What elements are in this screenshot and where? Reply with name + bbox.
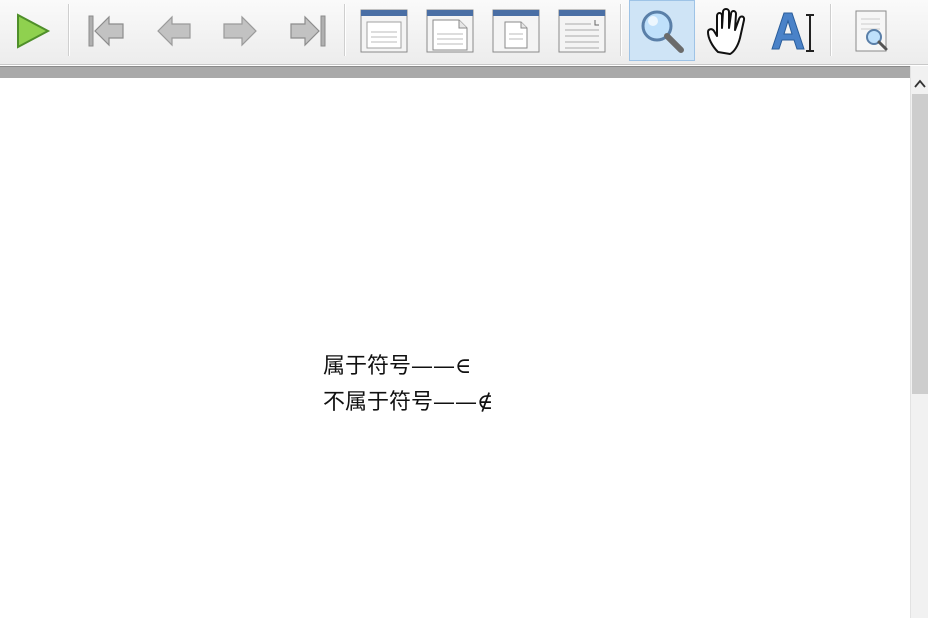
toolbar-separator bbox=[830, 4, 832, 56]
zoom-tool-icon bbox=[641, 10, 684, 53]
document-page: 属于符号——∈ 不属于符号——∉ bbox=[0, 78, 910, 618]
continuous-view-icon bbox=[492, 9, 540, 52]
toolbar bbox=[0, 0, 928, 65]
facing-pages-view-icon bbox=[426, 9, 474, 52]
next-page-icon bbox=[223, 15, 257, 46]
play-icon bbox=[17, 12, 51, 49]
text-select-tool-icon bbox=[771, 12, 814, 52]
hand-tool-button[interactable] bbox=[696, 0, 760, 61]
document-line-2: 不属于符号——∉ bbox=[323, 390, 494, 415]
play-button[interactable] bbox=[0, 0, 64, 61]
continuous-view-button[interactable] bbox=[484, 0, 548, 61]
first-page-icon bbox=[88, 15, 124, 46]
scrollbar-thumb[interactable] bbox=[912, 94, 928, 394]
chevron-up-icon bbox=[914, 79, 926, 88]
single-page-view-button[interactable] bbox=[352, 0, 416, 61]
zoom-tool-button[interactable] bbox=[629, 0, 695, 61]
find-in-page-icon bbox=[855, 10, 888, 51]
previous-page-icon bbox=[157, 15, 191, 46]
fit-width-view-button[interactable] bbox=[550, 0, 614, 61]
vertical-scrollbar[interactable] bbox=[910, 66, 928, 618]
scroll-up-button[interactable] bbox=[911, 76, 928, 92]
toolbar-separator bbox=[68, 4, 70, 56]
next-page-button[interactable] bbox=[208, 0, 272, 61]
previous-page-button[interactable] bbox=[142, 0, 206, 61]
last-page-icon bbox=[290, 15, 326, 46]
facing-pages-view-button[interactable] bbox=[418, 0, 482, 61]
text-select-tool-button[interactable] bbox=[762, 0, 826, 61]
single-page-view-icon bbox=[360, 9, 408, 52]
document-line-1: 属于符号——∈ bbox=[323, 354, 472, 379]
hand-tool-icon bbox=[707, 7, 746, 55]
toolbar-separator bbox=[344, 4, 346, 56]
last-page-button[interactable] bbox=[276, 0, 340, 61]
first-page-button[interactable] bbox=[74, 0, 138, 61]
find-button[interactable] bbox=[840, 0, 904, 61]
toolbar-separator bbox=[620, 4, 622, 56]
fit-width-view-icon bbox=[558, 9, 606, 52]
